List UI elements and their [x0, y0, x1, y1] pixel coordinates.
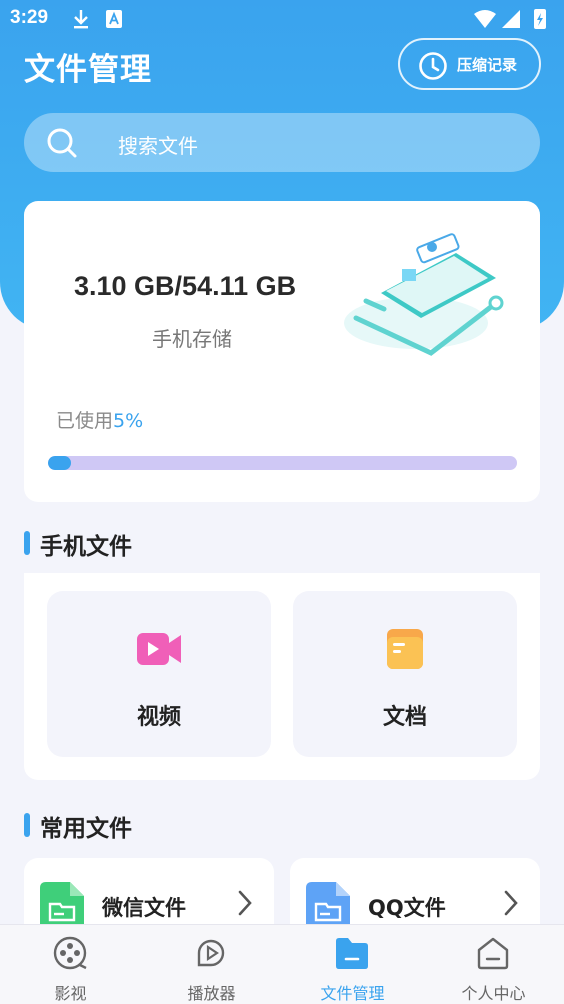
common-item-qq-label: QQ文件 [368, 896, 446, 920]
chevron-right-icon [504, 890, 518, 916]
storage-used-text: 已使用5% [56, 406, 143, 433]
document-icon [387, 629, 423, 669]
video-icon [137, 633, 181, 665]
page-title: 文件管理 [24, 52, 152, 88]
phone-files-panel: 视频 文档 [24, 573, 540, 780]
folder-icon [336, 938, 368, 969]
common-item-wechat-label: 微信文件 [102, 896, 186, 920]
bottom-navigation: 影视 播放器 文件管理 个人中心 [0, 924, 564, 1004]
storage-progress-bar [48, 456, 517, 470]
nav-item-profile[interactable]: 个人中心 [423, 925, 564, 1004]
tile-document[interactable]: 文档 [293, 591, 517, 757]
nav-item-profile-label: 个人中心 [461, 984, 526, 1003]
status-bar: 3:29 [0, 0, 564, 38]
nav-item-file-manager-label: 文件管理 [320, 984, 385, 1003]
storage-label: 手机存储 [152, 327, 232, 351]
system-status-icons [474, 9, 546, 29]
phone-storage-illustration [344, 233, 504, 356]
nav-item-player[interactable]: 播放器 [141, 925, 282, 1004]
search-input[interactable]: 搜索文件 [24, 113, 540, 172]
clock-icon [419, 52, 447, 80]
storage-progress-fill [48, 456, 72, 470]
tile-video[interactable]: 视频 [47, 591, 271, 757]
storage-used-prefix: 已使用 [56, 410, 114, 432]
status-time: 3:29 [10, 7, 49, 28]
play-icon [197, 939, 225, 967]
nav-item-movies[interactable]: 影视 [0, 925, 141, 1004]
signal-icon [502, 10, 520, 28]
storage-used-percent: 5% [113, 410, 144, 432]
nav-item-movies-label: 影视 [54, 984, 87, 1003]
tile-document-label: 文档 [382, 705, 427, 730]
search-icon [47, 128, 77, 158]
compress-history-label: 压缩记录 [457, 56, 518, 74]
chevron-right-icon [238, 890, 252, 916]
download-icon [74, 10, 88, 29]
tile-video-label: 视频 [136, 705, 181, 730]
home-icon [477, 937, 509, 970]
compress-history-button[interactable]: 压缩记录 [398, 38, 541, 90]
storage-card[interactable]: 3.10 GB/54.11 GB 手机存储 已使用5% [24, 201, 540, 502]
storage-amount: 3.10 GB/54.11 GB [74, 271, 297, 301]
wifi-icon [474, 10, 496, 28]
nav-item-file-manager[interactable]: 文件管理 [282, 925, 423, 1004]
search-placeholder: 搜索文件 [118, 134, 198, 158]
film-reel-icon [53, 936, 87, 970]
section-title-phone-files: 手机文件 [24, 527, 132, 561]
nav-item-player-label: 播放器 [187, 984, 236, 1003]
notification-a-icon [106, 10, 122, 28]
section-title-common-files: 常用文件 [24, 809, 132, 843]
